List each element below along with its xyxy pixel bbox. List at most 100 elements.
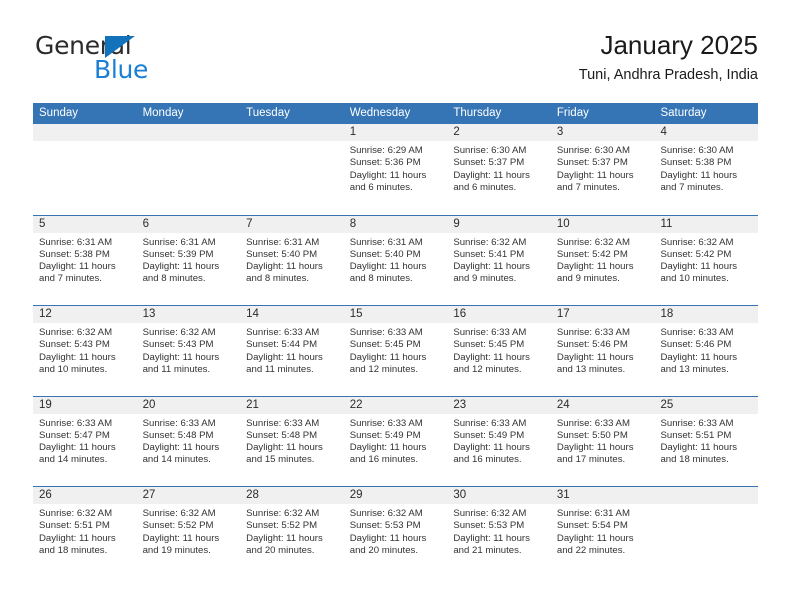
calendar-day-cell[interactable]: 18 Sunrise: 6:33 AM Sunset: 5:46 PM Dayligh… xyxy=(654,306,759,396)
page-subtitle: Tuni, Andhra Pradesh, India xyxy=(578,67,758,83)
calendar-day-cell-empty xyxy=(136,124,241,215)
day-details: Sunrise: 6:33 AM Sunset: 5:49 PM Daylight:… xyxy=(344,414,448,467)
day-number: 23 xyxy=(447,396,551,414)
day-details: Sunrise: 6:30 AM Sunset: 5:38 PM Daylight:… xyxy=(654,141,758,194)
sunset-text: Sunset: 5:50 PM xyxy=(556,429,628,441)
calendar-day-cell[interactable]: 26 Sunrise: 6:32 AM Sunset: 5:51 PM Dayligh… xyxy=(33,487,137,577)
day-number: 19 xyxy=(33,396,137,414)
daylight-text: Daylight: 11 hours and 11 minutes. xyxy=(246,351,323,375)
daylight-text: Daylight: 11 hours and 10 minutes. xyxy=(660,261,738,285)
calendar-day-cell[interactable]: 1 Sunrise: 6:29 AM Sunset: 5:36 PM Daylight… xyxy=(343,124,448,215)
daylight-text: Daylight: 11 hours and 15 minutes. xyxy=(246,442,323,466)
calendar-day-cell[interactable]: 6 Sunrise: 6:31 AM Sunset: 5:39 PM Daylight… xyxy=(136,215,241,305)
daylight-text: Daylight: 11 hours and 16 minutes. xyxy=(349,442,427,466)
calendar-day-cell[interactable]: 5 Sunrise: 6:31 AM Sunset: 5:38 PM Daylight… xyxy=(33,215,137,305)
day-details: Sunrise: 6:32 AM Sunset: 5:43 PM Daylight:… xyxy=(33,323,137,376)
sunrise-text: Sunrise: 6:33 AM xyxy=(39,417,113,429)
calendar-day-cell[interactable]: 20 Sunrise: 6:33 AM Sunset: 5:48 PM Dayligh… xyxy=(136,396,241,486)
calendar-week-row: 19 Sunrise: 6:33 AM Sunset: 5:47 PM Dayligh… xyxy=(33,395,759,486)
daylight-text: Daylight: 11 hours and 14 minutes. xyxy=(142,442,220,466)
calendar-day-cell[interactable]: 22 Sunrise: 6:33 AM Sunset: 5:49 PM Dayligh… xyxy=(343,396,448,486)
day-details: Sunrise: 6:31 AM Sunset: 5:40 PM Daylight:… xyxy=(240,233,344,286)
day-number: 31 xyxy=(550,487,655,504)
calendar-day-cell[interactable]: 21 Sunrise: 6:33 AM Sunset: 5:48 PM Dayligh… xyxy=(240,396,344,486)
calendar-day-cell[interactable]: 29 Sunrise: 6:32 AM Sunset: 5:53 PM Dayligh… xyxy=(343,487,448,577)
day-of-week-header-thursday: Thursday xyxy=(453,107,502,119)
day-details: Sunrise: 6:33 AM Sunset: 5:49 PM Daylight:… xyxy=(447,414,551,467)
sunset-text: Sunset: 5:53 PM xyxy=(349,520,421,532)
daylight-text: Daylight: 11 hours and 7 minutes. xyxy=(660,169,738,193)
calendar-day-cell[interactable]: 15 Sunrise: 6:33 AM Sunset: 5:45 PM Dayligh… xyxy=(343,306,448,396)
day-number: 5 xyxy=(33,215,137,233)
sunset-text: Sunset: 5:39 PM xyxy=(142,248,214,260)
sunset-text: Sunset: 5:40 PM xyxy=(246,248,318,260)
day-number: 13 xyxy=(136,306,241,323)
daylight-text: Daylight: 11 hours and 9 minutes. xyxy=(453,261,530,285)
calendar-day-cell-empty xyxy=(33,124,137,215)
day-details: Sunrise: 6:31 AM Sunset: 5:54 PM Daylight:… xyxy=(551,504,655,557)
day-details: Sunrise: 6:32 AM Sunset: 5:42 PM Daylight:… xyxy=(654,233,758,286)
sunrise-text: Sunrise: 6:33 AM xyxy=(246,417,320,429)
day-number: 7 xyxy=(240,215,344,233)
day-number: 30 xyxy=(447,487,551,504)
daylight-text: Daylight: 11 hours and 12 minutes. xyxy=(349,351,427,375)
calendar-day-cell[interactable]: 3 Sunrise: 6:30 AM Sunset: 5:37 PM Daylight… xyxy=(550,124,655,215)
daylight-text: Daylight: 11 hours and 7 minutes. xyxy=(39,261,116,285)
calendar-day-cell[interactable]: 9 Sunrise: 6:32 AM Sunset: 5:41 PM Daylight… xyxy=(447,215,551,305)
sunrise-text: Sunrise: 6:33 AM xyxy=(246,327,320,338)
sunrise-text: Sunrise: 6:33 AM xyxy=(556,327,630,338)
day-details: Sunrise: 6:32 AM Sunset: 5:51 PM Daylight:… xyxy=(33,504,137,557)
daylight-text: Daylight: 11 hours and 21 minutes. xyxy=(453,532,530,556)
sunrise-text: Sunrise: 6:33 AM xyxy=(142,417,216,429)
day-number: 25 xyxy=(654,396,759,414)
sunset-text: Sunset: 5:48 PM xyxy=(246,429,318,441)
calendar-day-cell[interactable]: 19 Sunrise: 6:33 AM Sunset: 5:47 PM Dayligh… xyxy=(33,396,137,486)
daylight-text: Daylight: 11 hours and 9 minutes. xyxy=(556,261,634,285)
daylight-text: Daylight: 11 hours and 13 minutes. xyxy=(660,351,738,375)
sunrise-text: Sunrise: 6:30 AM xyxy=(660,145,734,156)
sunset-text: Sunset: 5:51 PM xyxy=(39,520,110,532)
sunset-text: Sunset: 5:53 PM xyxy=(453,520,525,532)
sunset-text: Sunset: 5:48 PM xyxy=(142,429,214,441)
general-blue-logo[interactable]: General Blue xyxy=(33,32,233,88)
sunset-text: Sunset: 5:49 PM xyxy=(453,429,525,441)
day-details: Sunrise: 6:33 AM Sunset: 5:45 PM Daylight:… xyxy=(344,323,448,376)
calendar-day-cell[interactable]: 8 Sunrise: 6:31 AM Sunset: 5:40 PM Daylight… xyxy=(343,215,448,305)
daylight-text: Daylight: 11 hours and 18 minutes. xyxy=(39,532,116,556)
calendar-day-cell[interactable]: 28 Sunrise: 6:32 AM Sunset: 5:52 PM Dayligh… xyxy=(240,487,344,577)
daylight-text: Daylight: 11 hours and 8 minutes. xyxy=(349,261,427,285)
calendar-day-cell[interactable]: 13 Sunrise: 6:32 AM Sunset: 5:43 PM Dayligh… xyxy=(136,306,241,396)
calendar-day-cell[interactable]: 2 Sunrise: 6:30 AM Sunset: 5:37 PM Daylight… xyxy=(447,124,551,215)
sunrise-text: Sunrise: 6:31 AM xyxy=(556,508,630,519)
sunset-text: Sunset: 5:40 PM xyxy=(349,248,421,260)
sunset-text: Sunset: 5:38 PM xyxy=(39,248,110,260)
day-details: Sunrise: 6:30 AM Sunset: 5:37 PM Daylight:… xyxy=(447,141,551,194)
sunset-text: Sunset: 5:46 PM xyxy=(660,339,732,351)
day-details: Sunrise: 6:30 AM Sunset: 5:37 PM Daylight:… xyxy=(551,141,655,194)
calendar-day-cell[interactable]: 10 Sunrise: 6:32 AM Sunset: 5:42 PM Dayligh… xyxy=(550,215,655,305)
calendar-day-cell[interactable]: 31 Sunrise: 6:31 AM Sunset: 5:54 PM Dayligh… xyxy=(550,487,655,577)
daylight-text: Daylight: 11 hours and 20 minutes. xyxy=(246,532,323,556)
calendar-day-cell[interactable]: 16 Sunrise: 6:33 AM Sunset: 5:45 PM Dayligh… xyxy=(447,306,551,396)
calendar-day-cell[interactable]: 25 Sunrise: 6:33 AM Sunset: 5:51 PM Dayligh… xyxy=(654,396,759,486)
calendar-day-cell[interactable]: 4 Sunrise: 6:30 AM Sunset: 5:38 PM Daylight… xyxy=(654,124,759,215)
calendar-day-cell[interactable]: 23 Sunrise: 6:33 AM Sunset: 5:49 PM Dayligh… xyxy=(447,396,551,486)
calendar-day-cell[interactable]: 17 Sunrise: 6:33 AM Sunset: 5:46 PM Dayligh… xyxy=(550,306,655,396)
sunset-text: Sunset: 5:42 PM xyxy=(660,248,732,260)
day-details: Sunrise: 6:33 AM Sunset: 5:48 PM Daylight:… xyxy=(137,414,241,467)
calendar-day-cell[interactable]: 24 Sunrise: 6:33 AM Sunset: 5:50 PM Dayligh… xyxy=(550,396,655,486)
calendar-day-cell[interactable]: 11 Sunrise: 6:32 AM Sunset: 5:42 PM Dayligh… xyxy=(654,215,759,305)
calendar-day-cell[interactable]: 7 Sunrise: 6:31 AM Sunset: 5:40 PM Daylight… xyxy=(240,215,344,305)
daylight-text: Daylight: 11 hours and 11 minutes. xyxy=(142,351,220,375)
calendar-day-cell[interactable]: 30 Sunrise: 6:32 AM Sunset: 5:53 PM Dayligh… xyxy=(447,487,551,577)
day-details: Sunrise: 6:32 AM Sunset: 5:52 PM Daylight:… xyxy=(240,504,344,557)
sunrise-text: Sunrise: 6:32 AM xyxy=(39,508,113,519)
calendar-day-cell[interactable]: 14 Sunrise: 6:33 AM Sunset: 5:44 PM Dayligh… xyxy=(240,306,344,396)
calendar-day-cell[interactable]: 27 Sunrise: 6:32 AM Sunset: 5:52 PM Dayligh… xyxy=(136,487,241,577)
day-number: 24 xyxy=(550,396,655,414)
daylight-text: Daylight: 11 hours and 12 minutes. xyxy=(453,351,530,375)
day-number xyxy=(33,124,137,141)
sunset-text: Sunset: 5:45 PM xyxy=(453,339,525,351)
calendar-page: General Blue January 2025 Tuni, Andhra P… xyxy=(0,0,792,612)
calendar-day-cell[interactable]: 12 Sunrise: 6:32 AM Sunset: 5:43 PM Dayligh… xyxy=(33,306,137,396)
